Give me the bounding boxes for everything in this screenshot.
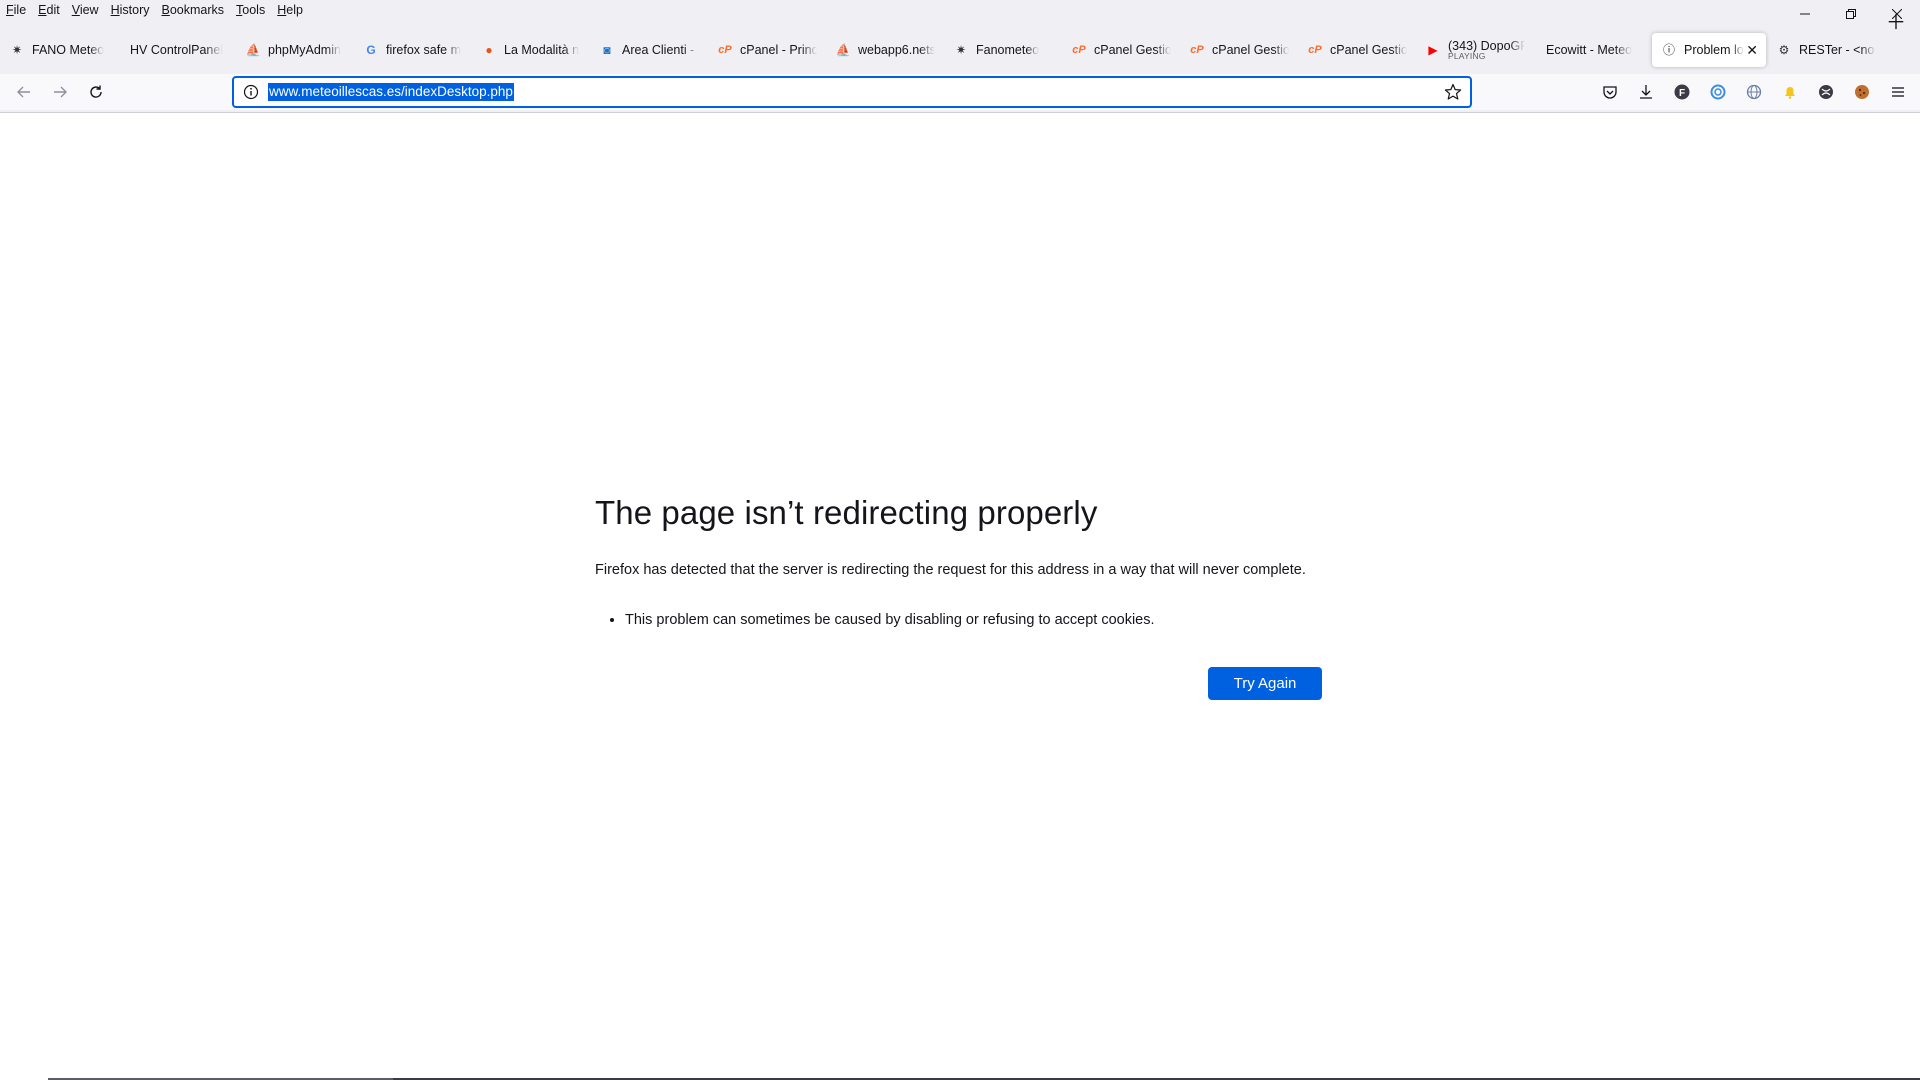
tab[interactable]: Gfirefox safe m <box>354 33 471 67</box>
tab-title: cPanel Gestion <box>1212 43 1289 57</box>
tab-title: HV ControlPanel <box>130 43 224 57</box>
extension-wheel-button[interactable] <box>1808 78 1844 106</box>
phpmyadmin-icon: ⛵ <box>245 43 261 57</box>
cpanel-icon: cP <box>1308 44 1322 56</box>
bookmark-star-icon[interactable] <box>1444 83 1462 106</box>
svg-text:F: F <box>1679 88 1685 99</box>
cpanel-icon: cP <box>718 44 732 56</box>
tab-title: firefox safe m <box>386 43 462 57</box>
cpanel-icon: cP <box>1190 44 1204 56</box>
new-tab-button[interactable]: ＋ <box>1880 4 1912 36</box>
menu-help[interactable]: Help <box>271 0 309 20</box>
google-icon: G <box>366 43 376 57</box>
error-suggestion-list: This problem can sometimes be caused by … <box>595 609 1325 631</box>
error-page-container: The page isn’t redirecting properly Fire… <box>595 488 1325 700</box>
tab[interactable]: ✷ FANO Meteo <box>0 33 117 67</box>
tab[interactable]: HV ControlPanel <box>118 33 235 67</box>
url-bar[interactable]: www.meteoillescas.es/indexDesktop.php <box>232 76 1472 108</box>
info-icon: ⓘ <box>1662 43 1675 57</box>
pocket-icon <box>1603 86 1617 99</box>
extension-cookie-button[interactable] <box>1844 78 1880 106</box>
cookie-icon <box>1855 85 1869 99</box>
youtube-icon: ▶ <box>1428 43 1438 57</box>
hamburger-menu-icon <box>1892 87 1904 97</box>
menu-history[interactable]: History <box>105 0 156 20</box>
navigation-toolbar: www.meteoillescas.es/indexDesktop.php F <box>0 74 1920 110</box>
firefox-icon: ● <box>485 43 493 57</box>
weather-station-icon: ✷ <box>955 43 967 57</box>
tab[interactable]: cP cPanel Gestion <box>1062 33 1179 67</box>
reload-button[interactable] <box>82 78 110 106</box>
forward-button[interactable] <box>46 78 74 106</box>
restore-button[interactable] <box>1828 0 1874 28</box>
tab-title: webapp6.nets <box>858 43 935 57</box>
tab-title: cPanel - Princ <box>740 43 817 57</box>
rester-icon: ⚙ <box>1778 43 1790 57</box>
site-info-icon[interactable] <box>242 83 260 101</box>
tab-strip: ✷ FANO Meteo HV ControlPanel ⛵ phpMyAdmin Gfi… <box>0 30 1920 70</box>
pocket-button[interactable] <box>1592 78 1628 106</box>
back-button[interactable] <box>10 78 38 106</box>
tab-playing-label: PLAYING <box>1448 50 1486 61</box>
url-text[interactable]: www.meteoillescas.es/indexDesktop.php <box>268 83 514 101</box>
tab[interactable]: ⛵ phpMyAdmin <box>236 33 353 67</box>
menu-bar: File Edit View History Bookmarks Tools Help <box>0 0 1920 20</box>
tab[interactable]: ◙ Area Clienti - I <box>590 33 707 67</box>
tab-title: Problem lo <box>1684 43 1744 57</box>
toolbar-buttons: F <box>1592 78 1916 106</box>
tab[interactable]: ✷ Fanometeo <box>944 33 1061 67</box>
extension-globe-button[interactable] <box>1736 78 1772 106</box>
shield-ring-icon <box>1710 84 1726 100</box>
tab-title: Fanometeo <box>976 43 1040 57</box>
tab-title: phpMyAdmin <box>268 43 341 57</box>
tab-title-text: (343) DopoGP <box>1448 39 1525 53</box>
extension-vpn-button[interactable] <box>1700 78 1736 106</box>
tab[interactable]: ▶ (343) DopoGP PLAYING <box>1416 33 1533 67</box>
tab[interactable]: cP cPanel Gestion <box>1180 33 1297 67</box>
menu-tools[interactable]: Tools <box>230 0 271 20</box>
download-icon <box>1640 85 1652 99</box>
globe-icon <box>1746 84 1762 100</box>
tab-title: cPanel Gestion <box>1330 43 1407 57</box>
tab[interactable]: cP cPanel Gestion <box>1298 33 1415 67</box>
forward-arrow-icon <box>54 86 67 98</box>
browser-chrome: File Edit View History Bookmarks Tools Help ✷ F… <box>0 0 1920 113</box>
menu-bookmarks[interactable]: Bookmarks <box>156 0 231 20</box>
menu-file[interactable]: File <box>0 0 32 20</box>
tab-title: Area Clienti - I <box>622 43 699 57</box>
close-tab-icon[interactable]: ✕ <box>1746 42 1758 59</box>
weather-station-icon: ✷ <box>11 43 23 57</box>
error-description: Firefox has detected that the server is … <box>595 562 1306 578</box>
tab[interactable]: ● La Modalità n <box>472 33 589 67</box>
app-menu-button[interactable] <box>1880 78 1916 106</box>
reload-icon <box>90 85 102 98</box>
extension-bell-button[interactable] <box>1772 78 1808 106</box>
menu-edit[interactable]: Edit <box>32 0 66 20</box>
phpmyadmin-icon: ⛵ <box>835 43 851 57</box>
tab[interactable]: ⚙ RESTer - <no c <box>1767 33 1884 67</box>
extension-f-icon: F <box>1674 84 1690 100</box>
cpanel-icon: cP <box>1072 44 1086 56</box>
tab[interactable]: ⛵ webapp6.nets <box>826 33 943 67</box>
tab[interactable]: Ecowitt - Meteo <box>1534 33 1651 67</box>
menu-view[interactable]: View <box>66 0 105 20</box>
tab-title: cPanel Gestion <box>1094 43 1171 57</box>
error-suggestion-item: This problem can sometimes be caused by … <box>625 609 1325 631</box>
try-again-button[interactable]: Try Again <box>1208 667 1322 700</box>
error-title: The page isn’t redirecting properly <box>595 494 1098 531</box>
minimize-button[interactable] <box>1782 0 1828 28</box>
tab-title: La Modalità n <box>504 43 580 57</box>
tab-title: RESTer - <no c <box>1799 43 1876 57</box>
wheel-icon <box>1819 85 1833 99</box>
back-arrow-icon <box>17 86 30 98</box>
tab-title: Ecowitt - Meteo <box>1546 43 1633 57</box>
bell-icon <box>1785 87 1795 99</box>
tab-selected[interactable]: ⓘ Problem lo ✕ <box>1652 33 1766 67</box>
downloads-button[interactable] <box>1628 78 1664 106</box>
tab[interactable]: cP cPanel - Princ <box>708 33 825 67</box>
tab-title: (343) DopoGP PLAYING <box>1448 40 1525 61</box>
extension-f-button[interactable]: F <box>1664 78 1700 106</box>
area-clienti-icon: ◙ <box>603 43 611 57</box>
tab-title: FANO Meteo <box>32 43 105 57</box>
